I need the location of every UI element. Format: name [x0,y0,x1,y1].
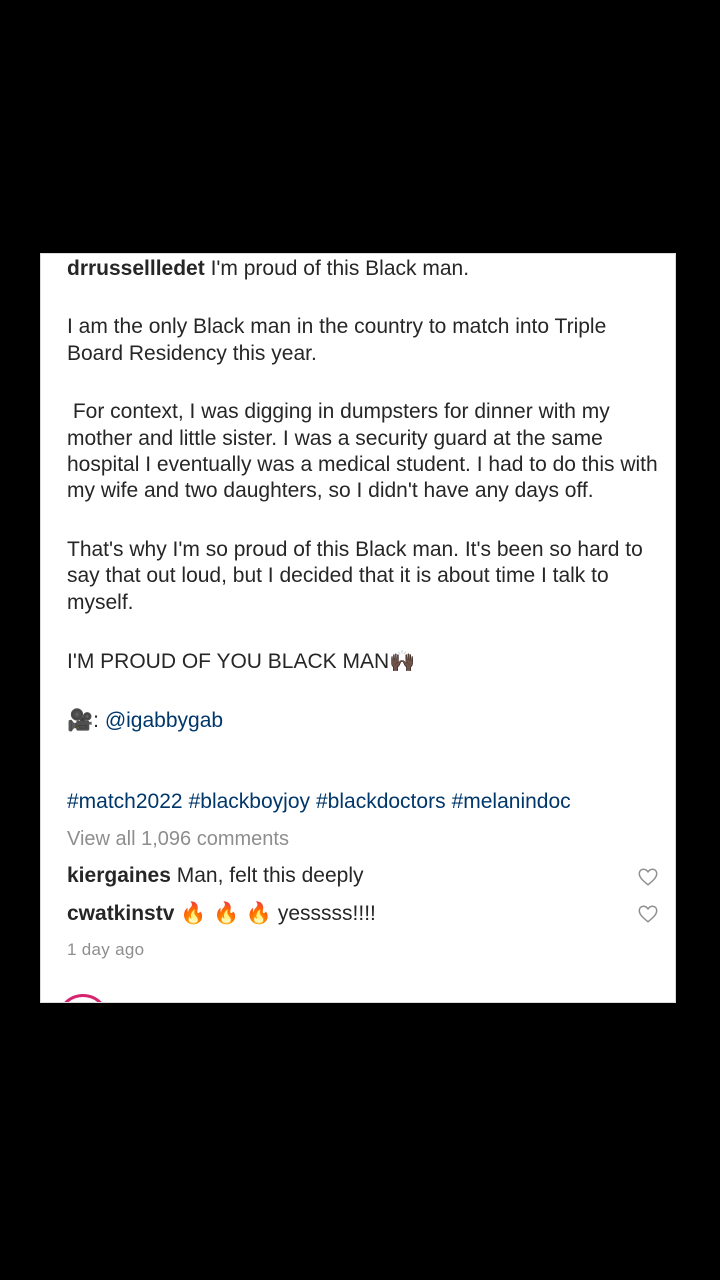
caption-paragraph-3: For context, I was digging in dumpsters … [67,400,664,503]
movie-camera-emoji-icon: 🎥 [67,708,94,733]
caption-credit: 🎥: @igabbygab [67,707,661,734]
caption-text-5: I'M PROUD OF YOU BLACK MAN [67,650,390,674]
post-card: drrussellledet I'm proud of this Black m… [40,253,676,1003]
heart-outline-icon[interactable] [637,903,659,925]
post-timestamp: 1 day ago [67,940,145,959]
hashtag-link[interactable]: #melanindoc [452,790,571,813]
raised-hands-emoji-icon: 🙌🏿 [389,649,416,674]
caption-text-1: I'm proud of this Black man. [210,257,470,280]
view-all-comments-link[interactable]: View all 1,096 comments [67,828,289,851]
credit-mention-link[interactable]: @igabbygab [105,709,223,732]
credit-separator: : [93,709,105,733]
hashtag-link[interactable]: #blackboyjoy [189,790,310,813]
caption-paragraph-1: drrussellledet I'm proud of this Black m… [67,256,661,282]
fire-emoji-icon: 🔥 🔥 🔥 [180,901,273,925]
heart-outline-icon[interactable] [637,866,659,888]
comment-row: cwatkinstv 🔥 🔥 🔥 yesssss!!!! [67,901,658,926]
comment-row: kiergaines Man, felt this deeply [67,864,658,888]
comment-username[interactable]: kiergaines [67,864,171,887]
comment-username[interactable]: cwatkinstv [67,902,174,925]
comment-text: Man, felt this deeply [176,864,364,887]
avatar[interactable] [57,994,109,1002]
post-caption: drrussellledet I'm proud of this Black m… [67,256,661,767]
comment-text: yesssss!!!! [277,902,376,925]
screen: drrussellledet I'm proud of this Black m… [0,0,720,1280]
hashtag-list: #match2022 #blackboyjoy #blackdoctors #mela… [67,790,577,814]
post-author-username[interactable]: drrussellledet [67,257,205,280]
caption-paragraph-4: That's why I'm so proud of this Black ma… [67,537,643,614]
hashtag-link[interactable]: #match2022 [67,790,183,813]
hashtag-link[interactable]: #blackdoctors [316,790,446,813]
caption-paragraph-2: I am the only Black man in the country t… [67,315,607,365]
caption-paragraph-5: I'M PROUD OF YOU BLACK MAN🙌🏿 [67,648,661,675]
